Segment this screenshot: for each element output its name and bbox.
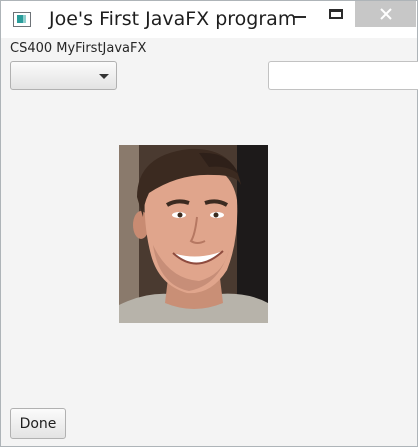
combo-box[interactable] <box>10 61 117 90</box>
heading-label: CS400 MyFirstJavaFX <box>10 41 147 56</box>
close-icon <box>379 8 392 20</box>
minimize-button[interactable] <box>285 1 315 27</box>
app-window-icon <box>13 12 31 27</box>
maximize-button[interactable] <box>319 1 353 27</box>
window-title: Joe's First JavaFX program <box>49 8 297 30</box>
minimize-icon <box>294 16 306 18</box>
text-field[interactable] <box>268 61 418 90</box>
portrait-photo <box>119 145 268 323</box>
maximize-icon <box>329 9 343 19</box>
chevron-down-icon <box>99 74 109 79</box>
app-window: Joe's First JavaFX program CS400 MyFirst… <box>0 0 418 447</box>
done-button[interactable]: Done <box>10 408 66 439</box>
title-bar[interactable]: Joe's First JavaFX program <box>1 1 417 38</box>
close-button[interactable] <box>355 1 416 27</box>
